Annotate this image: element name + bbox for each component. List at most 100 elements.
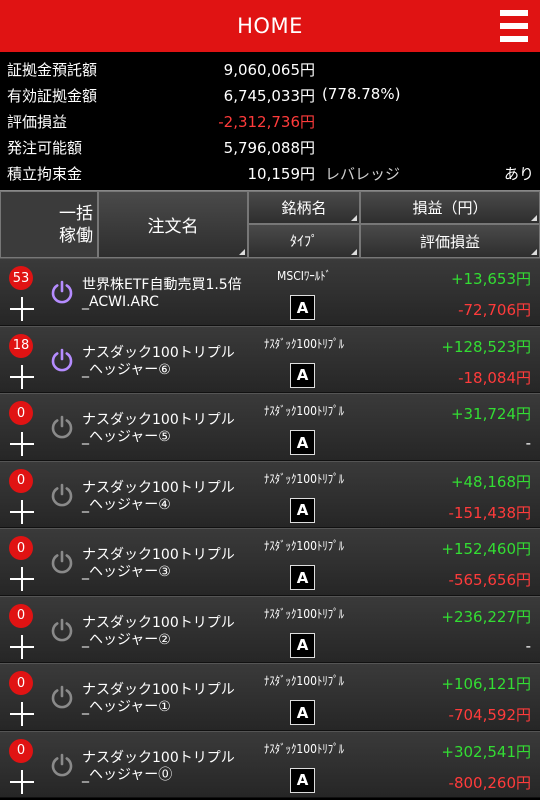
summary-row-effective-margin: 有効証拠金額 6,745,033円 (778.78%) bbox=[0, 82, 540, 108]
expand-plus-icon[interactable] bbox=[10, 634, 34, 659]
realized-pl: +106,121円 bbox=[441, 675, 531, 693]
sort-pl-header[interactable]: 損益（円） bbox=[360, 191, 540, 224]
power-toggle-icon[interactable] bbox=[50, 685, 74, 709]
type-badge: A bbox=[290, 565, 315, 590]
unrealized-pl: -704,592円 bbox=[448, 706, 531, 724]
order-row[interactable]: 18 ナスダック100トリプル _ヘッジャー⑥ ﾅｽﾀﾞｯｸ100ﾄﾘﾌﾟﾙ A… bbox=[0, 325, 540, 393]
order-list: 53 世界株ETF自動売買1.5倍 _ACWI.ARC MSCIﾜｰﾙﾄﾞ A … bbox=[0, 258, 540, 798]
header-label: 銘柄名 bbox=[281, 199, 327, 217]
brand-name: ﾅｽﾀﾞｯｸ100ﾄﾘﾌﾟﾙ bbox=[263, 336, 345, 351]
realized-pl: +48,168円 bbox=[450, 472, 531, 491]
position-count-badge: 0 bbox=[9, 671, 33, 695]
summary-label: 証拠金預託額 bbox=[7, 61, 98, 79]
realized-pl: +13,653円 bbox=[450, 270, 531, 288]
unrealized-pl: -151,438円 bbox=[448, 503, 531, 522]
power-toggle-icon[interactable] bbox=[50, 753, 74, 777]
summary-value: -2,312,736円 bbox=[218, 113, 315, 131]
order-name: ナスダック100トリプル _ヘッジャー④ bbox=[82, 479, 235, 513]
realized-pl: +128,523円 bbox=[441, 337, 531, 356]
order-name: ナスダック100トリプル _ヘッジャー② bbox=[82, 614, 235, 648]
sort-order-name-header[interactable]: 注文名 bbox=[98, 191, 248, 258]
order-row[interactable]: 0 ナスダック100トリプル _ヘッジャー④ ﾅｽﾀﾞｯｸ100ﾄﾘﾌﾟﾙ A … bbox=[0, 460, 540, 528]
power-toggle-icon[interactable] bbox=[50, 618, 74, 642]
sort-corner-icon bbox=[239, 249, 245, 255]
position-count-badge: 0 bbox=[9, 738, 33, 763]
unrealized-pl: - bbox=[525, 636, 531, 655]
position-count-badge: 0 bbox=[9, 468, 33, 493]
order-row[interactable]: 0 ナスダック100トリプル _ヘッジャー① ﾅｽﾀﾞｯｸ100ﾄﾘﾌﾟﾙ A … bbox=[0, 663, 540, 731]
leverage-value: あり bbox=[503, 165, 534, 183]
account-summary: 証拠金預託額 9,060,065円 有効証拠金額 6,745,033円 (778… bbox=[0, 56, 540, 186]
summary-row-unrealized-pl: 評価損益 -2,312,736円 bbox=[0, 108, 540, 134]
unrealized-pl: - bbox=[525, 434, 531, 452]
type-badge: A bbox=[290, 497, 315, 523]
order-name: ナスダック100トリプル _ヘッジャー⑤ bbox=[82, 412, 235, 445]
position-count-badge: 0 bbox=[9, 603, 33, 628]
type-badge: A bbox=[290, 362, 315, 388]
order-row[interactable]: 0 ナスダック100トリプル _ヘッジャー⓪ ﾅｽﾀﾞｯｸ100ﾄﾘﾌﾟﾙ A … bbox=[0, 730, 540, 798]
order-name: ナスダック100トリプル _ヘッジャー⑥ bbox=[82, 344, 235, 378]
sort-corner-icon bbox=[351, 215, 357, 221]
header-label: 評価損益 bbox=[419, 232, 480, 251]
brand-name: ﾅｽﾀﾞｯｸ100ﾄﾘﾌﾟﾙ bbox=[263, 741, 345, 756]
order-row[interactable]: 0 ナスダック100トリプル _ヘッジャー② ﾅｽﾀﾞｯｸ100ﾄﾘﾌﾟﾙ A … bbox=[0, 595, 540, 663]
header-label: 注文名 bbox=[147, 217, 199, 237]
expand-plus-icon[interactable] bbox=[10, 702, 34, 726]
order-row[interactable]: 0 ナスダック100トリプル _ヘッジャー⑤ ﾅｽﾀﾞｯｸ100ﾄﾘﾌﾟﾙ A … bbox=[0, 393, 540, 461]
expand-plus-icon[interactable] bbox=[10, 364, 34, 389]
type-badge: A bbox=[290, 295, 315, 320]
power-toggle-icon[interactable] bbox=[50, 280, 74, 304]
summary-label: 発注可能額 bbox=[7, 139, 83, 157]
order-row[interactable]: 0 ナスダック100トリプル _ヘッジャー③ ﾅｽﾀﾞｯｸ100ﾄﾘﾌﾟﾙ A … bbox=[0, 528, 540, 596]
summary-row-reserve: 積立拘束金 10,159円 レバレッジ あり bbox=[0, 160, 540, 186]
realized-pl: +31,724円 bbox=[450, 405, 531, 423]
expand-plus-icon[interactable] bbox=[10, 567, 34, 591]
header-label: 一括 bbox=[59, 203, 93, 224]
expand-plus-icon[interactable] bbox=[10, 297, 34, 321]
position-count-badge: 18 bbox=[9, 333, 33, 358]
type-badge: A bbox=[290, 430, 315, 455]
power-toggle-icon[interactable] bbox=[50, 348, 74, 372]
expand-plus-icon[interactable] bbox=[10, 769, 34, 794]
sort-brand-header[interactable]: 銘柄名 bbox=[248, 191, 360, 224]
summary-value: 5,796,088円 bbox=[223, 139, 315, 157]
type-badge: A bbox=[290, 767, 315, 793]
unrealized-pl: -565,656円 bbox=[448, 571, 531, 589]
brand-name: ﾅｽﾀﾞｯｸ100ﾄﾘﾌﾟﾙ bbox=[263, 404, 345, 418]
brand-name: ﾅｽﾀﾞｯｸ100ﾄﾘﾌﾟﾙ bbox=[263, 674, 345, 688]
order-name: ナスダック100トリプル _ヘッジャー⓪ bbox=[82, 749, 235, 783]
unrealized-pl: -18,084円 bbox=[458, 368, 531, 387]
summary-label: 有効証拠金額 bbox=[7, 87, 98, 105]
unrealized-pl: -72,706円 bbox=[458, 301, 531, 319]
header-label: 損益（円） bbox=[412, 199, 488, 217]
hamburger-menu-icon[interactable] bbox=[500, 10, 528, 42]
summary-value: 9,060,065円 bbox=[223, 61, 315, 79]
unrealized-pl: -800,260円 bbox=[448, 773, 531, 792]
order-row[interactable]: 53 世界株ETF自動売買1.5倍 _ACWI.ARC MSCIﾜｰﾙﾄﾞ A … bbox=[0, 258, 540, 326]
app-header: HOME bbox=[0, 0, 540, 52]
realized-pl: +152,460円 bbox=[441, 540, 531, 558]
realized-pl: +236,227円 bbox=[441, 607, 531, 626]
summary-label: 評価損益 bbox=[7, 113, 68, 131]
header-label: 稼働 bbox=[59, 225, 93, 246]
type-badge: A bbox=[290, 632, 315, 658]
brand-name: ﾅｽﾀﾞｯｸ100ﾄﾘﾌﾟﾙ bbox=[263, 606, 345, 621]
brand-name: ﾅｽﾀﾞｯｸ100ﾄﾘﾌﾟﾙ bbox=[263, 539, 345, 553]
power-toggle-icon[interactable] bbox=[50, 415, 74, 439]
bulk-run-header-button[interactable]: 一括 稼働 bbox=[0, 191, 98, 258]
position-count-badge: 53 bbox=[9, 266, 33, 290]
summary-value: 10,159円 bbox=[247, 165, 316, 183]
power-toggle-icon[interactable] bbox=[50, 483, 74, 507]
type-badge: A bbox=[290, 700, 315, 725]
order-name: ナスダック100トリプル _ヘッジャー③ bbox=[82, 547, 235, 580]
expand-plus-icon[interactable] bbox=[10, 499, 34, 524]
sort-corner-icon bbox=[351, 249, 357, 255]
sort-eval-header[interactable]: 評価損益 bbox=[360, 224, 540, 258]
realized-pl: +302,541円 bbox=[441, 742, 531, 761]
power-toggle-icon[interactable] bbox=[50, 550, 74, 574]
sort-type-header[interactable]: ﾀｲﾌﾟ bbox=[248, 224, 360, 258]
order-name: ナスダック100トリプル _ヘッジャー① bbox=[82, 682, 235, 715]
expand-plus-icon[interactable] bbox=[10, 432, 34, 456]
sort-corner-icon bbox=[531, 249, 537, 255]
page-title: HOME bbox=[237, 14, 303, 38]
